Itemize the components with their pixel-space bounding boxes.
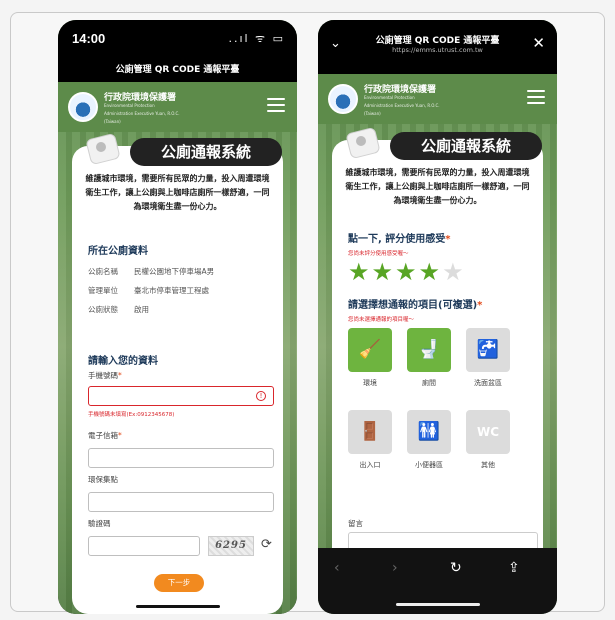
rating-title: 點一下, 評分使用感受* (348, 234, 451, 245)
intro-text: 維護城市環境，需要所有民眾的力量，投入周遭環境衛生工作，讓上公廁與上咖啡店廁所一… (85, 174, 270, 211)
item-tile-urinal[interactable]: 🚻 (407, 410, 451, 454)
intro-text: 維護城市環境，需要所有民眾的力量，投入周遭環境衛生工作，讓上公廁與上咖啡店廁所一… (345, 168, 530, 205)
info-row-name: 公廁名稱 民權公園地下停車場A男 (88, 267, 215, 276)
faucet-icon: 🚰 (476, 339, 500, 360)
banner-title: 公廁通報系統 (390, 132, 542, 160)
epa-logo[interactable] (68, 92, 98, 122)
info-row-unit: 管理單位 臺北市停車管理工程處 (88, 286, 209, 295)
toilet-icon: 🚽 (417, 339, 441, 360)
refresh-icon[interactable]: ⟳ (261, 537, 272, 552)
captcha-label: 驗證碼 (88, 519, 111, 528)
menu-icon[interactable] (267, 98, 285, 112)
share-icon[interactable]: ⇪ (508, 560, 520, 576)
star-icon-5[interactable]: ★ (442, 260, 464, 284)
close-icon[interactable]: ✕ (532, 34, 545, 52)
logo-subtitle: Environmental Protection Administration … (364, 95, 440, 116)
report-card: 公廁通報系統 維護城市環境，需要所有民眾的力量，投入周遭環境衛生工作，讓上公廁與… (72, 132, 283, 614)
door-icon: 🚪 (358, 421, 382, 442)
item-tile-door[interactable]: 🚪 (348, 410, 392, 454)
item-tiles: 🧹 環境 🚽 廁間 🚰 洗面盆區 🚪 出入口 🚻 小便器區 WC 其他 (332, 328, 543, 498)
cleaning-icon: 🧹 (358, 339, 382, 360)
status-icons: ..ıl ᯤ ▭ (228, 32, 285, 45)
browser-top-bar: ⌄ 公廁管理 QR CODE 通報平臺 https://emms.utrust.… (318, 20, 557, 74)
site-header: 行政院環境保護署 Environmental Protection Admini… (318, 74, 557, 124)
epa-logo[interactable] (328, 84, 358, 114)
menu-icon[interactable] (527, 90, 545, 104)
phone-label: 手機號碼* (88, 371, 122, 380)
back-icon[interactable]: ‹ (334, 560, 340, 576)
rating-hint: 您尚未評分使用感受喔～ (348, 251, 409, 257)
star-icon-4[interactable]: ★ (419, 260, 441, 284)
star-icon-1[interactable]: ★ (348, 260, 370, 284)
toilet-section-title: 所在公廁資料 (88, 246, 148, 257)
points-label: 環保集點 (88, 475, 118, 484)
phone-right: ⌄ 公廁管理 QR CODE 通報平臺 https://emms.utrust.… (318, 20, 557, 614)
item-tile-faucet[interactable]: 🚰 (466, 328, 510, 372)
item-tile-wc[interactable]: WC (466, 410, 510, 454)
toilet-info: 公廁名稱 民權公園地下停車場A男 管理單位 臺北市停車管理工程處 公廁狀態 啟用 (88, 262, 278, 319)
form-title: 請輸入您的資料 (88, 356, 158, 367)
phone-hint: 手機號碼未填寫(Ex:0912345678) (88, 412, 175, 418)
status-bar: 14:00 ..ıl ᯤ ▭ (58, 20, 297, 60)
item-tile-toilet[interactable]: 🚽 (407, 328, 451, 372)
reload-icon[interactable]: ↻ (450, 560, 462, 576)
item-label: 洗面盆區 (474, 379, 502, 387)
item-label: 其他 (481, 461, 495, 469)
logo-title: 行政院環境保護署 (364, 85, 437, 95)
wc-icon: WC (476, 425, 500, 439)
status-time: 14:00 (72, 31, 106, 46)
points-input[interactable] (88, 492, 274, 512)
site-header: 行政院環境保護署 Environmental Protection Admini… (58, 82, 297, 132)
item-label: 廁間 (422, 379, 436, 387)
email-input[interactable] (88, 448, 274, 468)
logo-title: 行政院環境保護署 (104, 93, 177, 103)
browser-bottom-bar: ‹ › ↻ ⇪ ⋮ (318, 548, 557, 614)
info-row-status: 公廁狀態 啟用 (88, 305, 149, 314)
star-icon-2[interactable]: ★ (372, 260, 394, 284)
items-hint: 您尚未選擇通報的項目喔～ (348, 317, 415, 323)
next-button[interactable]: 下一步 (154, 574, 204, 592)
message-label: 留言 (348, 519, 363, 528)
phone-left: 14:00 ..ıl ᯤ ▭ 公廁管理 QR CODE 通報平臺 行政院環境保護… (58, 20, 297, 614)
captcha-input[interactable] (88, 536, 200, 556)
items-title: 請選擇想通報的項目(可複選)* (348, 300, 483, 311)
urinal-icon: 🚻 (417, 421, 441, 442)
phone-input[interactable]: ! (88, 386, 274, 406)
browser-title: 公廁管理 QR CODE 通報平臺 (375, 36, 500, 46)
toilet-paper-icon (342, 126, 384, 160)
banner-title: 公廁通報系統 (130, 138, 282, 166)
error-icon: ! (256, 391, 266, 401)
logo-subtitle: Environmental Protection Administration … (104, 103, 180, 124)
star-icon-3[interactable]: ★ (395, 260, 417, 284)
rating-stars: ★★★★★ (348, 260, 466, 284)
email-label: 電子信箱* (88, 431, 122, 440)
toilet-paper-icon (82, 132, 124, 166)
item-label: 出入口 (359, 461, 381, 469)
forward-icon[interactable]: › (392, 560, 398, 576)
item-tile-cleaning[interactable]: 🧹 (348, 328, 392, 372)
report-card: 公廁通報系統 維護城市環境，需要所有民眾的力量，投入周遭環境衛生工作，讓上公廁與… (332, 126, 543, 560)
item-label: 環境 (363, 379, 377, 387)
item-label: 小便器區 (415, 461, 443, 469)
captcha-image: 6295 (208, 536, 254, 556)
home-indicator (395, 603, 480, 606)
browser-url: https://emms.utrust.com.tw (392, 46, 483, 54)
home-indicator (135, 605, 220, 608)
